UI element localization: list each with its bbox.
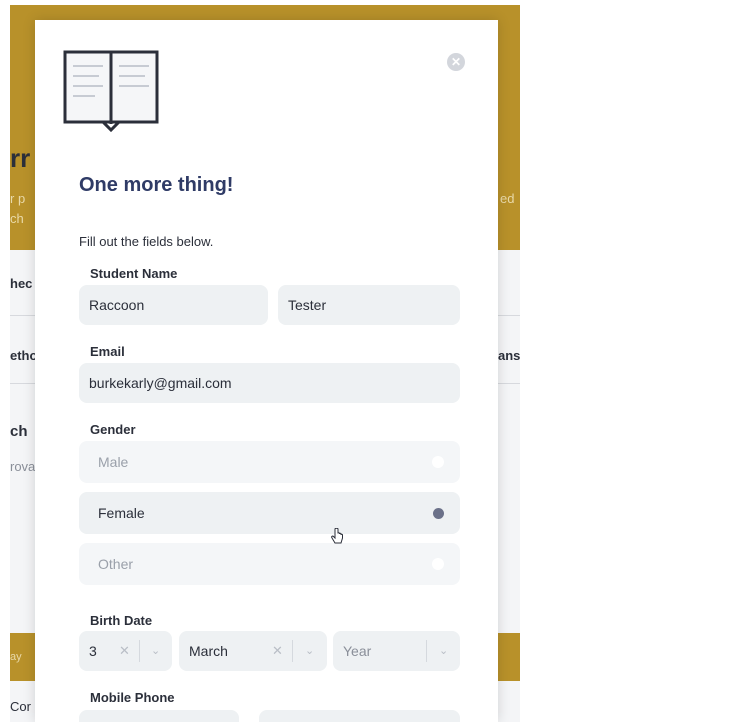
birth-year-select[interactable]: Year ⌄ <box>333 631 460 671</box>
background-bottom-text: Cor <box>10 699 31 714</box>
pointer-cursor-icon <box>331 528 343 544</box>
background-row-text-3: rova <box>10 459 36 474</box>
modal-title: One more thing! <box>79 174 234 196</box>
birth-month-value: March <box>189 643 228 659</box>
select-separator <box>139 640 140 662</box>
last-name-input[interactable]: Tester <box>278 285 460 325</box>
gender-option-label: Female <box>98 505 145 521</box>
phone-number-input[interactable] <box>259 710 460 722</box>
chevron-down-icon[interactable]: ⌄ <box>151 631 160 671</box>
close-icon[interactable]: ✕ <box>447 53 465 71</box>
radio-button[interactable] <box>432 558 444 570</box>
modal-dialog: ✕ One more thing! Fill out the fields be… <box>35 20 498 722</box>
background-row-text-2: etho <box>10 348 38 363</box>
gender-option-male[interactable]: Male <box>79 441 460 483</box>
background-banner-text: r p <box>10 191 26 206</box>
chevron-down-icon[interactable]: ⌄ <box>305 631 314 671</box>
student-name-label: Student Name <box>90 266 178 281</box>
email-label: Email <box>90 344 125 359</box>
birth-month-select[interactable]: March ✕ ⌄ <box>179 631 327 671</box>
gender-option-female[interactable]: Female <box>79 492 460 534</box>
background-section-heading: ch <box>10 423 28 440</box>
background-banner-text-right: ed <box>500 191 515 206</box>
select-separator <box>426 640 427 662</box>
mobile-phone-label: Mobile Phone <box>90 690 175 705</box>
birth-day-select[interactable]: 3 ✕ ⌄ <box>79 631 172 671</box>
radio-button[interactable] <box>432 456 444 468</box>
screen: rr r p ed ch hec etho ans ch rova ay Cor <box>0 0 742 722</box>
gender-label: Gender <box>90 422 136 437</box>
birth-day-value: 3 <box>89 643 97 659</box>
gender-option-other[interactable]: Other <box>79 543 460 585</box>
gender-option-label: Male <box>98 454 129 470</box>
background-row-text: hec <box>10 276 33 291</box>
phone-country-input[interactable] <box>79 710 239 722</box>
select-separator <box>292 640 293 662</box>
radio-button-selected[interactable] <box>433 508 444 519</box>
clear-icon[interactable]: ✕ <box>119 631 130 671</box>
email-input[interactable]: burkekarly@gmail.com <box>79 363 460 403</box>
modal-subtitle: Fill out the fields below. <box>79 234 214 249</box>
background-footer-text: ay <box>10 651 22 663</box>
clear-icon[interactable]: ✕ <box>272 631 283 671</box>
book-icon <box>63 50 159 132</box>
background-row-text-right: ans <box>498 348 520 363</box>
background-banner-heading: rr <box>10 143 31 173</box>
gender-option-label: Other <box>98 556 134 572</box>
birth-date-label: Birth Date <box>90 613 153 628</box>
chevron-down-icon[interactable]: ⌄ <box>439 631 448 671</box>
first-name-input[interactable]: Raccoon <box>79 285 268 325</box>
background-banner-text-2: ch <box>10 211 24 226</box>
birth-year-placeholder: Year <box>343 643 372 659</box>
